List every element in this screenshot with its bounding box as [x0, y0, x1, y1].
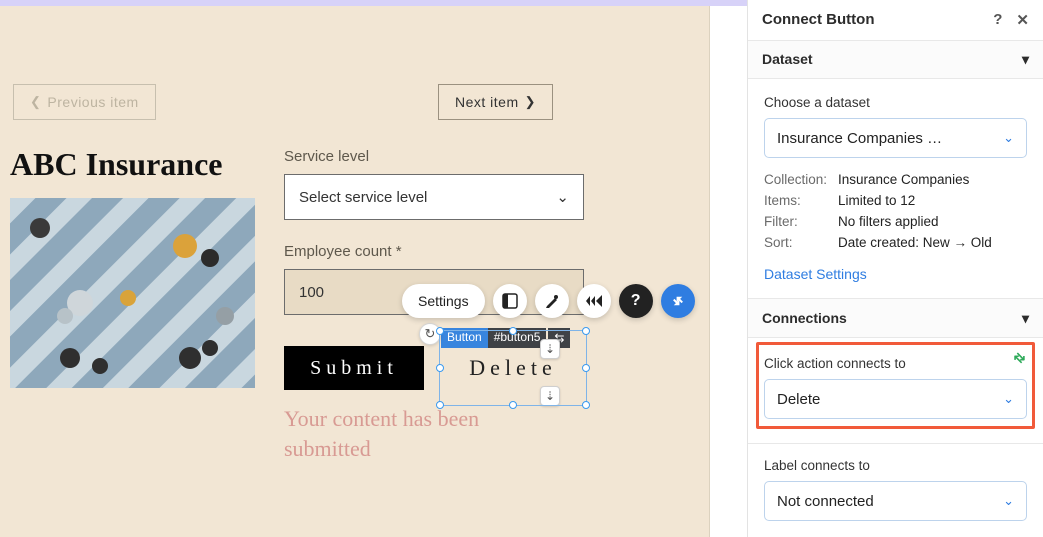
design-icon[interactable]	[535, 284, 569, 318]
dataset-meta: Collection:Insurance Companies Items:Lim…	[764, 172, 1027, 250]
dataset-header-label: Dataset	[762, 51, 813, 67]
dataset-settings-link[interactable]: Dataset Settings	[764, 266, 867, 282]
meta-row: Filter:No filters applied	[764, 214, 1027, 229]
connections-accordion[interactable]: Connections ▾	[748, 299, 1043, 338]
label-connects-value: Not connected	[777, 493, 874, 510]
dataset-select[interactable]: Insurance Companies … ⌄	[764, 118, 1027, 158]
meta-row: Collection:Insurance Companies	[764, 172, 1027, 187]
previous-item-label: Previous item	[47, 94, 138, 110]
submit-success-message: Your content has been submitted	[284, 404, 544, 463]
editor-canvas: ❮ Previous item Next item ❯ ABC Insuranc…	[0, 0, 747, 537]
chevron-down-icon: ⌄	[556, 188, 569, 206]
chevron-left-icon: ❮	[30, 94, 41, 110]
help-icon[interactable]: ?	[993, 11, 1002, 29]
resize-handle[interactable]	[436, 364, 444, 372]
close-icon[interactable]: ✕	[1016, 11, 1029, 29]
chevron-down-icon: ⌄	[1003, 391, 1014, 407]
layout-icon[interactable]	[493, 284, 527, 318]
service-level-select[interactable]: Select service level ⌄	[284, 174, 584, 220]
binding-indicator-icon: ⇄	[1010, 348, 1029, 367]
connect-panel: Connect Button ? ✕ Dataset ▾ Choose a da…	[747, 0, 1043, 537]
label-connect-section: Label connects to Not connected ⌄	[748, 444, 1043, 537]
connections-header-label: Connections	[762, 310, 847, 326]
next-item-button[interactable]: Next item ❯	[438, 84, 553, 120]
settings-button[interactable]: Settings	[402, 284, 485, 318]
selection-type-badge: Button	[441, 328, 488, 348]
panel-title: Connect Button	[762, 11, 874, 28]
submit-button[interactable]: Submit	[284, 346, 424, 390]
panel-header: Connect Button ? ✕	[748, 0, 1043, 41]
click-action-value: Delete	[777, 391, 820, 408]
click-action-group: ⇄ Click action connects to Delete ⌄	[764, 354, 1027, 421]
service-level-label: Service level	[284, 148, 369, 165]
resize-handle[interactable]	[582, 401, 590, 409]
meta-row: Sort:Date created: New → Old	[764, 235, 1027, 250]
service-level-placeholder: Select service level	[299, 189, 427, 206]
dataset-section: Choose a dataset Insurance Companies … ⌄…	[748, 79, 1043, 299]
download-pin-icon[interactable]: ⇣	[540, 339, 560, 359]
canvas-margin	[709, 6, 747, 537]
page-preview: ❮ Previous item Next item ❯ ABC Insuranc…	[0, 6, 705, 537]
choose-dataset-label: Choose a dataset	[764, 95, 1027, 110]
employee-count-label: Employee count *	[284, 243, 402, 260]
element-toolbar: Settings ?	[402, 284, 695, 318]
connections-section: ⇄ Click action connects to Delete ⌄	[748, 338, 1043, 444]
click-action-label: Click action connects to	[764, 356, 1027, 371]
previous-item-button[interactable]: ❮ Previous item	[13, 84, 156, 120]
caret-down-icon: ▾	[1022, 51, 1029, 68]
refresh-icon[interactable]: ↻	[419, 323, 441, 345]
meta-row: Items:Limited to 12	[764, 193, 1027, 208]
resize-handle[interactable]	[582, 364, 590, 372]
chevron-down-icon: ⌄	[1003, 130, 1014, 146]
click-action-select[interactable]: Delete ⌄	[764, 379, 1027, 419]
resize-handle[interactable]	[582, 327, 590, 335]
chevron-right-icon: ❯	[525, 94, 536, 110]
animation-icon[interactable]	[577, 284, 611, 318]
page-title: ABC Insurance	[10, 146, 222, 183]
chevron-down-icon: ⌄	[1003, 493, 1014, 509]
download-pin-icon[interactable]: ⇣	[540, 386, 560, 406]
hero-image	[10, 198, 255, 388]
selection-id-badge: #button5	[488, 328, 547, 348]
next-item-label: Next item	[455, 94, 519, 110]
caret-down-icon: ▾	[1022, 310, 1029, 327]
help-icon[interactable]: ?	[619, 284, 653, 318]
connect-data-icon[interactable]	[661, 284, 695, 318]
dataset-selected-value: Insurance Companies …	[777, 130, 942, 147]
label-connects-label: Label connects to	[764, 458, 1027, 473]
dataset-accordion[interactable]: Dataset ▾	[748, 41, 1043, 80]
label-connects-select[interactable]: Not connected ⌄	[764, 481, 1027, 521]
